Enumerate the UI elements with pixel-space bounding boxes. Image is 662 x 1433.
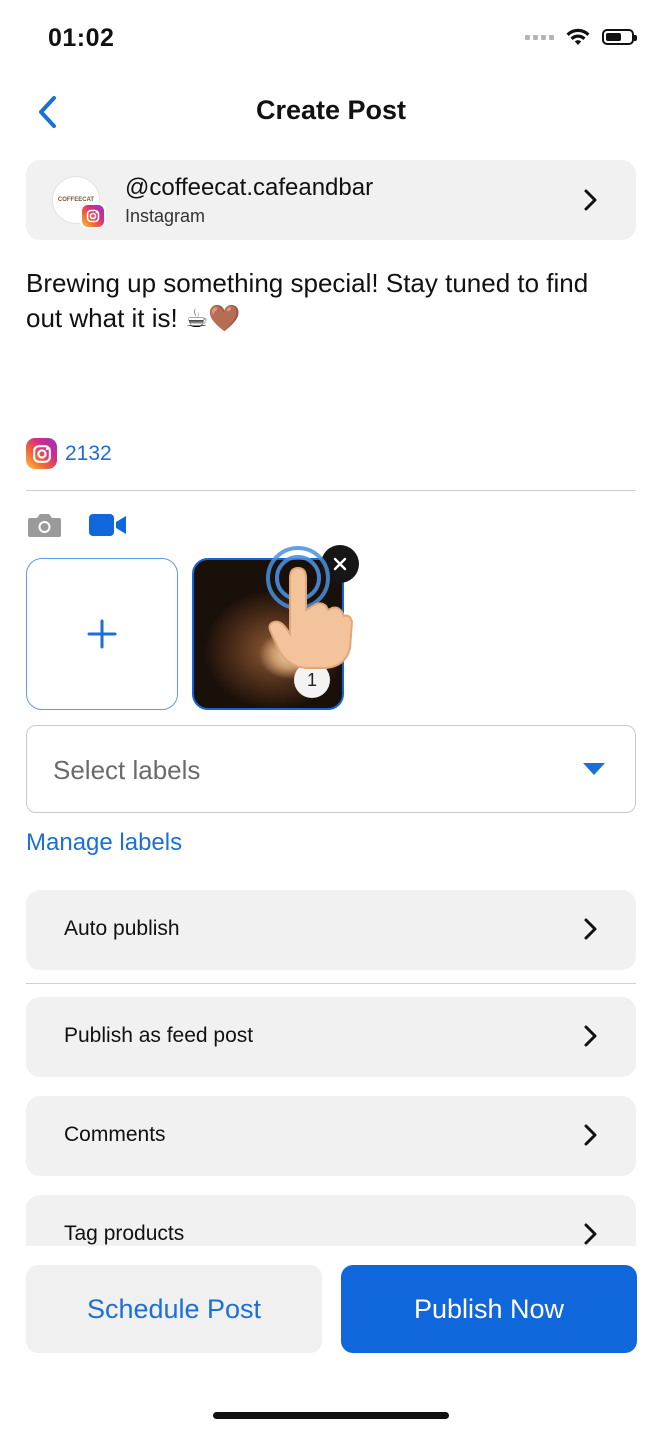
home-indicator[interactable] — [213, 1412, 449, 1419]
labels-select-placeholder: Select labels — [53, 755, 201, 785]
publish-now-button[interactable]: Publish Now — [341, 1265, 637, 1353]
divider — [26, 490, 636, 491]
option-label: Publish as feed post — [64, 1024, 254, 1047]
caret-down-icon — [583, 763, 605, 775]
plus-icon — [87, 619, 117, 649]
option-label: Tag products — [64, 1222, 185, 1245]
schedule-post-button[interactable]: Schedule Post — [26, 1265, 322, 1353]
post-text-editor[interactable]: Brewing up something special! Stay tuned… — [26, 266, 626, 336]
option-label: Auto publish — [64, 917, 180, 940]
account-selector[interactable]: COFFEECAT @coffeecat.cafeandbar Instagra… — [26, 160, 636, 240]
divider — [26, 983, 636, 984]
chevron-right-icon — [584, 189, 597, 211]
cellular-signal-icon — [525, 34, 554, 40]
page-title: Create Post — [255, 95, 407, 125]
option-auto-publish[interactable]: Auto publish — [26, 890, 636, 970]
camera-icon[interactable] — [27, 512, 62, 538]
chevron-right-icon — [584, 1223, 597, 1245]
manage-labels-link[interactable]: Manage labels — [26, 829, 182, 857]
instagram-badge-icon — [80, 203, 106, 229]
instagram-icon — [26, 438, 57, 469]
option-label: Comments — [64, 1123, 166, 1146]
character-count: 2132 — [26, 438, 112, 469]
status-indicators — [525, 28, 637, 46]
chevron-right-icon — [584, 1025, 597, 1047]
option-publish-as-feed-post[interactable]: Publish as feed post — [26, 997, 636, 1077]
labels-select[interactable]: Select labels — [26, 725, 636, 813]
character-count-value: 2132 — [65, 441, 112, 465]
account-network: Instagram — [125, 206, 206, 226]
status-time: 01:02 — [48, 24, 115, 52]
video-camera-icon[interactable] — [89, 514, 127, 536]
chevron-right-icon — [584, 1124, 597, 1146]
option-comments[interactable]: Comments — [26, 1096, 636, 1176]
chevron-right-icon — [584, 918, 597, 940]
tap-hand-icon — [266, 546, 354, 669]
add-media-button[interactable] — [26, 558, 178, 710]
account-handle: @coffeecat.cafeandbar — [125, 174, 374, 201]
battery-icon — [602, 29, 637, 45]
wifi-icon — [566, 28, 590, 45]
